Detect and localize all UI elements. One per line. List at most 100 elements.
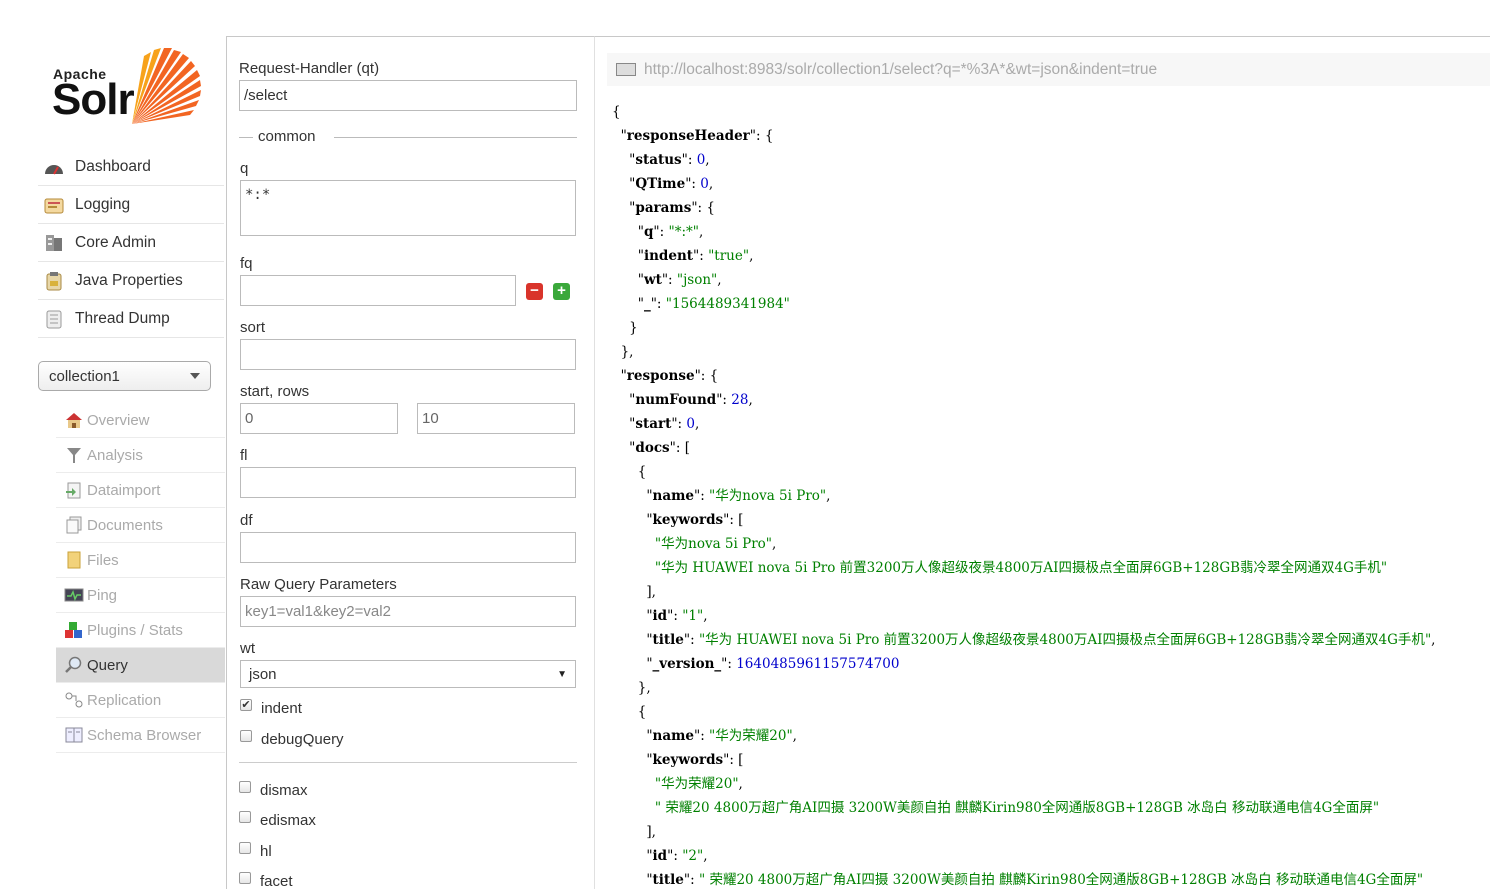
qt-input[interactable]: /select: [239, 80, 577, 111]
wt-select[interactable]: json ▼: [240, 660, 576, 688]
dismax-checkbox[interactable]: [239, 781, 251, 793]
core-nav-label: Plugins / Stats: [87, 621, 183, 639]
df-input[interactable]: [240, 532, 576, 563]
json-value: 1564489341984: [672, 296, 784, 312]
core-nav-replication[interactable]: Replication: [56, 683, 225, 718]
json-value: 0: [696, 152, 706, 168]
hl-checkbox[interactable]: [239, 842, 251, 854]
wt-select-value: json: [249, 665, 277, 683]
minus-icon: −: [530, 282, 539, 299]
core-nav-ping[interactable]: Ping: [56, 578, 225, 613]
raw-query-label: Raw Query Parameters: [240, 576, 397, 593]
core-nav-label: Ping: [87, 586, 118, 604]
json-value: 华为荣耀20: [715, 728, 787, 744]
request-url-bar[interactable]: http://localhost:8983/solr/collection1/s…: [607, 53, 1490, 86]
core-nav-label: Files: [87, 551, 119, 569]
start-rows-label: start, rows: [240, 383, 310, 400]
nav-java-properties[interactable]: Java Properties: [38, 262, 224, 300]
edismax-label: edismax: [260, 812, 316, 829]
json-value: json: [683, 272, 712, 288]
request-url[interactable]: http://localhost:8983/solr/collection1/s…: [644, 61, 1157, 79]
rows-input[interactable]: 10: [417, 403, 575, 434]
nav-label: Java Properties: [75, 271, 183, 289]
nav-logging[interactable]: Logging: [38, 186, 224, 224]
documents-icon: [64, 515, 84, 535]
json-value: 2: [688, 848, 697, 864]
add-fq-button[interactable]: +: [553, 283, 570, 300]
json-value: 华为 HUAWEI nova 5i Pro 前置3200万人像超级夜景4800万…: [661, 560, 1381, 576]
nav-label: Logging: [75, 195, 131, 213]
hl-label: hl: [260, 843, 272, 860]
df-label: df: [240, 512, 253, 529]
java-icon: [43, 271, 65, 291]
core-nav-label: Overview: [87, 411, 150, 429]
query-icon: [64, 655, 84, 675]
q-textarea[interactable]: *:*: [240, 180, 576, 236]
fq-input[interactable]: [240, 275, 516, 306]
core-nav-dataimport[interactable]: Dataimport: [56, 473, 225, 508]
core-nav-label: Dataimport: [87, 481, 161, 499]
indent-checkbox[interactable]: ✔: [240, 699, 252, 711]
json-value: 荣耀20 4800万超广角AI四摄 3200W美颜自拍 麒麟Kirin980全网…: [661, 800, 1373, 816]
debugquery-checkbox[interactable]: [240, 730, 252, 742]
core-nav-label: Documents: [87, 516, 163, 534]
thread-dump-icon: [43, 309, 65, 329]
remove-fq-button[interactable]: −: [526, 283, 543, 300]
edismax-checkbox[interactable]: [239, 811, 251, 823]
facet-checkbox[interactable]: [239, 872, 251, 884]
core-nav-schema-browser[interactable]: Schema Browser: [56, 718, 225, 753]
dataimport-icon: [64, 480, 84, 500]
common-legend-text: common: [258, 128, 316, 145]
divider: [239, 762, 577, 763]
dashboard-icon: [43, 157, 65, 177]
core-admin-icon: [43, 233, 65, 253]
legend-divider: [334, 137, 577, 138]
indent-label: indent: [261, 700, 302, 717]
qt-label: Request-Handler (qt): [239, 60, 380, 77]
link-icon: [616, 63, 636, 76]
nav-core-admin[interactable]: Core Admin: [38, 224, 224, 262]
overview-icon: [64, 410, 84, 430]
core-nav: Overview Analysis Dataimport Documents F…: [56, 403, 225, 753]
analysis-icon: [64, 445, 84, 465]
sort-label: sort: [240, 319, 266, 336]
solr-sun-icon: [132, 48, 201, 124]
core-nav-documents[interactable]: Documents: [56, 508, 225, 543]
facet-label: facet: [260, 873, 293, 890]
core-nav-plugins[interactable]: Plugins / Stats: [56, 613, 225, 648]
q-label: q: [240, 160, 249, 177]
json-value: 华为荣耀20: [661, 776, 733, 792]
json-value: 28: [731, 392, 749, 408]
fl-input[interactable]: [240, 467, 576, 498]
sort-input[interactable]: [240, 339, 576, 370]
json-value: *:*: [674, 224, 693, 240]
json-value: 1: [688, 608, 697, 624]
core-nav-files[interactable]: Files: [56, 543, 225, 578]
checkmark-icon: ✔: [241, 699, 251, 711]
wt-label: wt: [240, 640, 255, 657]
main-nav: Dashboard Logging Core Admin Java Proper…: [38, 148, 224, 338]
core-nav-analysis[interactable]: Analysis: [56, 438, 225, 473]
nav-thread-dump[interactable]: Thread Dump: [38, 300, 224, 338]
start-input[interactable]: 0: [240, 403, 398, 434]
nav-label: Thread Dump: [75, 309, 170, 327]
core-nav-label: Analysis: [87, 446, 143, 464]
json-response: { "responseHeader": { "status": 0, "QTim…: [612, 104, 1436, 888]
json-value: 华为nova 5i Pro: [715, 488, 820, 504]
json-value: 华为 HUAWEI nova 5i Pro 前置3200万人像超级夜景4800万…: [705, 632, 1425, 648]
json-value: 1640485961157574700: [736, 656, 900, 672]
raw-query-input[interactable]: key1=val1&key2=val2: [240, 596, 576, 627]
schema-icon: [64, 725, 84, 745]
plugins-icon: [64, 620, 84, 640]
replication-icon: [64, 690, 84, 710]
core-nav-label: Query: [87, 656, 128, 674]
core-nav-query[interactable]: Query: [56, 648, 225, 683]
core-selector[interactable]: collection1: [38, 361, 211, 391]
solr-logo[interactable]: Apache Solr: [52, 44, 212, 130]
json-value: 荣耀20 4800万超广角AI四摄 3200W美颜自拍 麒麟Kirin980全网…: [705, 872, 1417, 888]
core-nav-overview[interactable]: Overview: [56, 403, 225, 438]
json-value: 0: [686, 416, 695, 432]
fq-label: fq: [240, 255, 253, 272]
logo-solr-text: Solr: [52, 75, 135, 124]
nav-dashboard[interactable]: Dashboard: [38, 148, 224, 186]
